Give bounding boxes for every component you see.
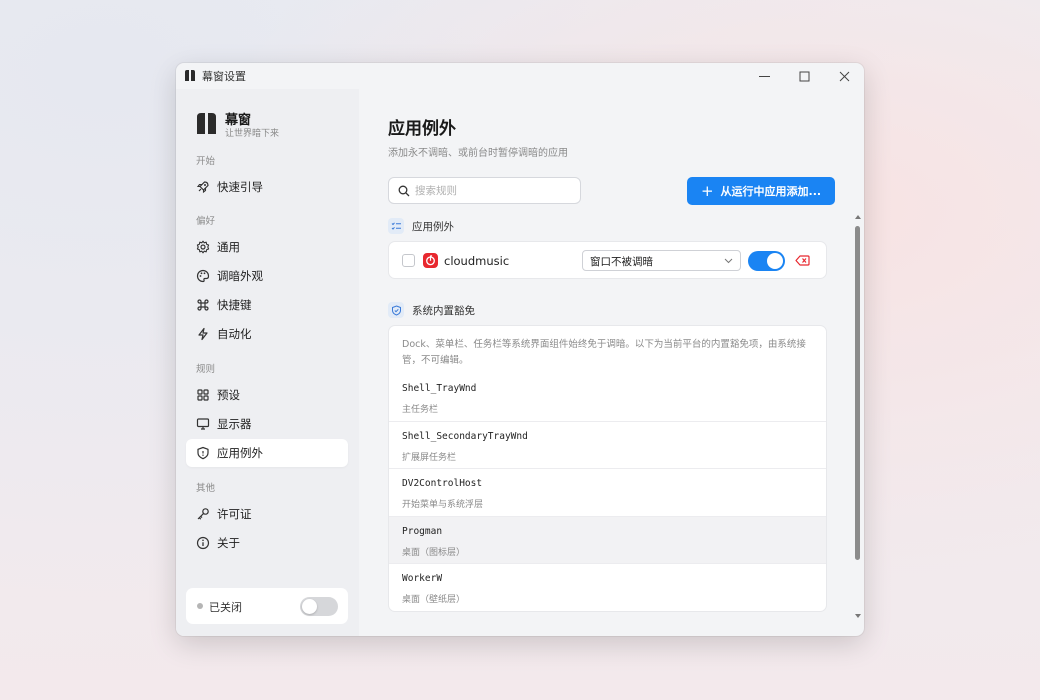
search-input[interactable] bbox=[415, 182, 575, 200]
list-item: Progman 桌面（图标层） bbox=[389, 516, 826, 563]
brand: 幕窗 让世界暗下来 bbox=[196, 109, 346, 141]
gear-icon bbox=[196, 240, 210, 254]
sidebar-item-guide[interactable]: 快速引导 bbox=[186, 173, 348, 201]
grid-icon bbox=[196, 388, 210, 402]
entry-name: DV2ControlHost bbox=[402, 478, 483, 489]
rule-checkbox[interactable] bbox=[402, 254, 415, 267]
rule-app-name: cloudmusic bbox=[444, 254, 510, 268]
entry-name: Shell_TrayWnd bbox=[402, 383, 477, 394]
section-label-prefs: 偏好 bbox=[196, 216, 216, 227]
shield-check-icon bbox=[388, 302, 404, 318]
rule-mode-value: 窗口不被调暗 bbox=[590, 256, 653, 268]
dimming-status-card: 已关闭 bbox=[186, 588, 348, 624]
entry-desc: 扩展屏任务栏 bbox=[402, 453, 457, 463]
scroll-up-icon[interactable] bbox=[855, 215, 861, 219]
sidebar-item-automation[interactable]: 自动化 bbox=[186, 320, 348, 348]
entry-name: WorkerW bbox=[402, 573, 443, 584]
exceptions-group-header: 应用例外 bbox=[388, 218, 454, 234]
title-bar: 幕窗设置 bbox=[176, 63, 864, 89]
rule-row: cloudmusic 窗口不被调暗 bbox=[388, 241, 827, 279]
monitor-icon bbox=[196, 417, 210, 431]
status-label: 已关闭 bbox=[209, 601, 242, 614]
entry-name: Progman bbox=[402, 526, 443, 537]
chevron-down-icon bbox=[724, 258, 733, 264]
window-title: 幕窗设置 bbox=[202, 70, 246, 83]
settings-window: 幕窗设置 幕窗 让世界暗下来 开始 快速引导 偏好 通用 调暗外观 快捷键 自动… bbox=[176, 63, 864, 636]
minimize-icon bbox=[758, 75, 770, 77]
sidebar-item-shortcuts[interactable]: 快捷键 bbox=[186, 291, 348, 319]
checklist-icon bbox=[388, 218, 404, 234]
list-item: DV2ControlHost 开始菜单与系统浮层 bbox=[389, 468, 826, 515]
brand-tagline: 让世界暗下来 bbox=[225, 129, 280, 139]
page-title: 应用例外 bbox=[388, 119, 456, 139]
section-label-start: 开始 bbox=[196, 156, 216, 167]
lightning-icon bbox=[196, 327, 210, 341]
rule-mode-select[interactable]: 窗口不被调暗 bbox=[582, 250, 741, 271]
sidebar-item-label: 调暗外观 bbox=[217, 269, 263, 283]
status-dot bbox=[197, 603, 203, 609]
command-icon bbox=[196, 298, 210, 312]
cloudmusic-app-icon bbox=[423, 253, 438, 268]
plus-icon: + bbox=[700, 181, 714, 200]
group-label: 系统内置豁免 bbox=[412, 304, 475, 317]
list-item: Shell_TrayWnd 主任务栏 bbox=[389, 374, 826, 421]
sidebar-item-displays[interactable]: 显示器 bbox=[186, 410, 348, 438]
entry-desc: 桌面（图标层） bbox=[402, 548, 466, 558]
sidebar-item-presets[interactable]: 预设 bbox=[186, 381, 348, 409]
sidebar-item-label: 自动化 bbox=[217, 327, 252, 341]
search-icon bbox=[398, 185, 410, 197]
dimming-toggle[interactable] bbox=[300, 597, 338, 616]
group-label: 应用例外 bbox=[412, 220, 454, 233]
list-item: WorkerW 桌面（壁纸层） bbox=[389, 563, 826, 610]
add-button-label: 从运行中应用添加... bbox=[720, 185, 822, 198]
sidebar-item-label: 通用 bbox=[217, 240, 240, 254]
sidebar-item-license[interactable]: 许可证 bbox=[186, 500, 348, 528]
maximize-icon bbox=[799, 71, 809, 81]
app-logo-icon bbox=[197, 113, 216, 134]
rule-enabled-toggle[interactable] bbox=[748, 251, 785, 271]
search-box bbox=[388, 177, 581, 204]
builtin-exemptions-list: Dock、菜单栏、任务栏等系统界面组件始终免于调暗。以下为当前平台的内置豁免项，… bbox=[388, 325, 827, 612]
info-icon bbox=[196, 536, 210, 550]
sidebar-item-label: 应用例外 bbox=[217, 446, 263, 460]
close-button[interactable] bbox=[824, 63, 864, 89]
section-label-other: 其他 bbox=[196, 483, 216, 494]
minimize-button[interactable] bbox=[744, 63, 784, 89]
sidebar-item-label: 关于 bbox=[217, 536, 240, 550]
builtin-group-header: 系统内置豁免 bbox=[388, 302, 475, 318]
sidebar-item-about[interactable]: 关于 bbox=[186, 529, 348, 557]
palette-icon bbox=[196, 269, 210, 283]
vertical-scrollbar[interactable] bbox=[854, 215, 863, 618]
builtin-description: Dock、菜单栏、任务栏等系统界面组件始终免于调暗。以下为当前平台的内置豁免项，… bbox=[402, 339, 806, 366]
sidebar-item-label: 快速引导 bbox=[217, 180, 263, 194]
sidebar-item-label: 显示器 bbox=[217, 417, 252, 431]
scrollbar-thumb[interactable] bbox=[855, 226, 860, 560]
delete-rule-icon[interactable] bbox=[795, 254, 810, 267]
list-item: Shell_SecondaryTrayWnd 扩展屏任务栏 bbox=[389, 421, 826, 468]
sidebar: 幕窗 让世界暗下来 开始 快速引导 偏好 通用 调暗外观 快捷键 自动化 规则 … bbox=[176, 89, 359, 636]
entry-desc: 开始菜单与系统浮层 bbox=[402, 500, 484, 510]
sidebar-item-label: 预设 bbox=[217, 388, 240, 402]
add-from-running-button[interactable]: + 从运行中应用添加... bbox=[687, 177, 835, 205]
entry-name: Shell_SecondaryTrayWnd bbox=[402, 431, 528, 442]
app-logo-icon bbox=[185, 70, 195, 81]
shield-icon bbox=[196, 446, 210, 460]
key-icon bbox=[196, 507, 210, 521]
page-subtitle: 添加永不调暗、或前台时暂停调暗的应用 bbox=[388, 148, 568, 159]
sidebar-item-general[interactable]: 通用 bbox=[186, 233, 348, 261]
main-content: 应用例外 添加永不调暗、或前台时暂停调暗的应用 + 从运行中应用添加... 应用… bbox=[359, 89, 864, 636]
close-icon bbox=[839, 71, 849, 81]
maximize-button[interactable] bbox=[784, 63, 824, 89]
entry-desc: 桌面（壁纸层） bbox=[402, 595, 466, 605]
scroll-down-icon[interactable] bbox=[855, 614, 861, 618]
section-label-rules: 规则 bbox=[196, 364, 216, 375]
sidebar-item-exceptions[interactable]: 应用例外 bbox=[186, 439, 348, 467]
rocket-icon bbox=[196, 180, 210, 194]
sidebar-item-appearance[interactable]: 调暗外观 bbox=[186, 262, 348, 290]
sidebar-item-label: 快捷键 bbox=[217, 298, 252, 312]
sidebar-item-label: 许可证 bbox=[217, 507, 252, 521]
entry-desc: 主任务栏 bbox=[402, 405, 439, 415]
